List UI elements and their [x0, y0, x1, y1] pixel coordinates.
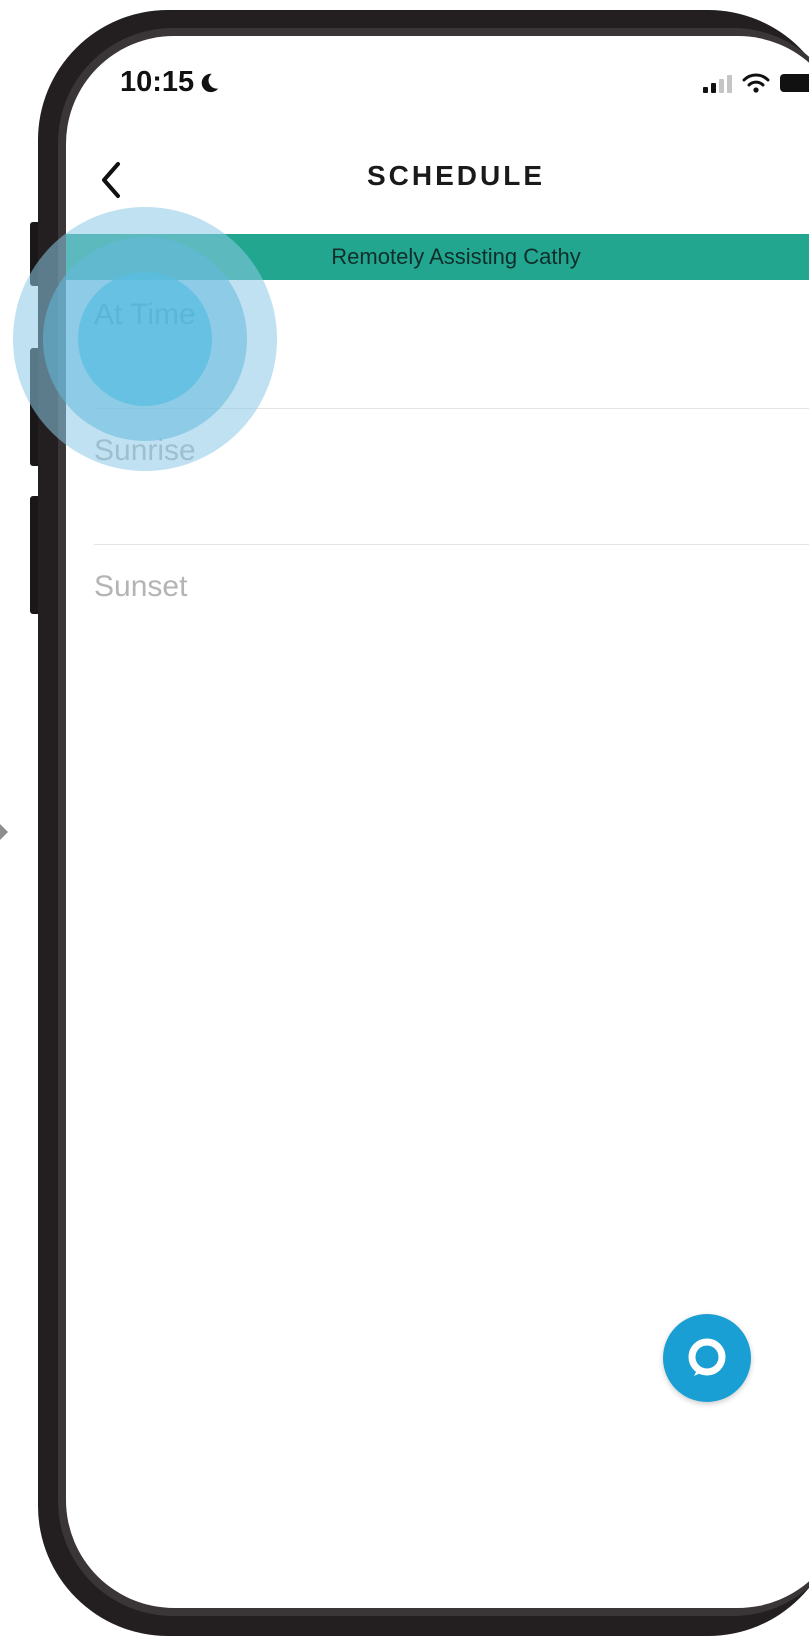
alexa-icon: [688, 1338, 726, 1376]
option-sunset[interactable]: Sunset: [94, 544, 809, 680]
signal-icon: [703, 73, 732, 93]
alexa-button[interactable]: [663, 1314, 751, 1402]
battery-icon: [780, 74, 809, 92]
wifi-icon: [742, 73, 770, 93]
phone-screen: 10:15 SCHEDULE Remotely Assisting Cathy …: [66, 36, 809, 1608]
status-indicators: [703, 72, 809, 94]
option-label: Sunset: [94, 570, 188, 603]
remote-assist-banner-text: Remotely Assisting Cathy: [331, 244, 581, 269]
status-time-text: 10:15: [120, 66, 195, 98]
status-time: 10:15: [120, 66, 220, 99]
option-label: Sunrise: [94, 434, 196, 467]
arrow-marker: [0, 824, 8, 840]
option-at-time[interactable]: At Time: [94, 272, 809, 409]
page-title: SCHEDULE: [366, 160, 545, 191]
option-label: At Time: [94, 298, 196, 331]
option-sunrise[interactable]: Sunrise: [94, 408, 809, 545]
moon-icon: [201, 73, 219, 92]
